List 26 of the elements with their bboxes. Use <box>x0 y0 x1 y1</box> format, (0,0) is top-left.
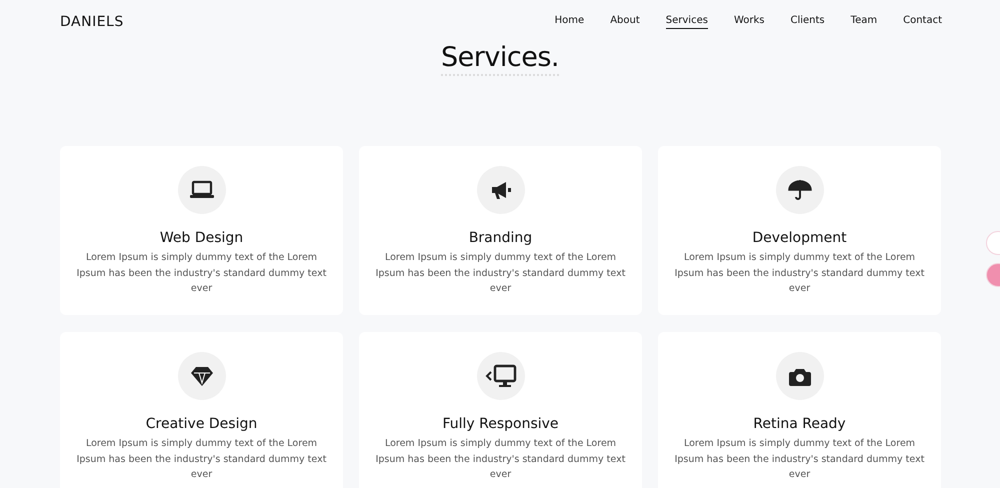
nav-link[interactable]: Services <box>666 15 708 29</box>
card-title: Creative Design <box>146 416 258 432</box>
section-title: Services. <box>441 42 559 76</box>
nav-link[interactable]: About <box>610 15 640 29</box>
card-description: Lorem Ipsum is simply dummy text of the Lorem Ipsum has been the industry's standard dummy text ever <box>76 251 326 296</box>
card-description: Lorem Ipsum is simply dummy text of the Lorem Ipsum has been the industry's standard dummy text ever <box>376 251 626 296</box>
nav-link[interactable]: Team <box>850 15 878 29</box>
site-logo[interactable]: DANIELS <box>60 14 124 30</box>
card-description: Lorem Ipsum is simply dummy text of the Lorem Ipsum has been the industry's standard dummy text ever <box>376 437 626 482</box>
umbrella-icon <box>776 166 824 214</box>
card-title: Development <box>752 230 847 246</box>
card-title: Retina Ready <box>753 416 846 432</box>
megaphone-icon <box>476 166 524 214</box>
camera-icon <box>776 352 824 400</box>
nav-link[interactable]: Contact <box>903 15 942 29</box>
card-title: Branding <box>468 230 532 246</box>
laptop-icon <box>178 166 226 214</box>
card-description: Lorem Ipsum is simply dummy text of the Lorem Ipsum has been the industry's standard dummy text ever <box>76 437 326 482</box>
nav-link[interactable]: Home <box>554 15 584 29</box>
card-title: Web Design <box>160 230 244 246</box>
nav-link[interactable]: Works <box>734 15 764 29</box>
monitor-icon <box>476 352 524 400</box>
card-description: Lorem Ipsum is simply dummy text of the Lorem Ipsum has been the industry's standard dummy text ever <box>674 437 924 482</box>
nav-link[interactable]: Clients <box>790 15 825 29</box>
card-description: Lorem Ipsum is simply dummy text of the Lorem Ipsum has been the industry's standard dummy text ever <box>674 251 924 296</box>
card-title: Fully Responsive <box>442 416 559 432</box>
